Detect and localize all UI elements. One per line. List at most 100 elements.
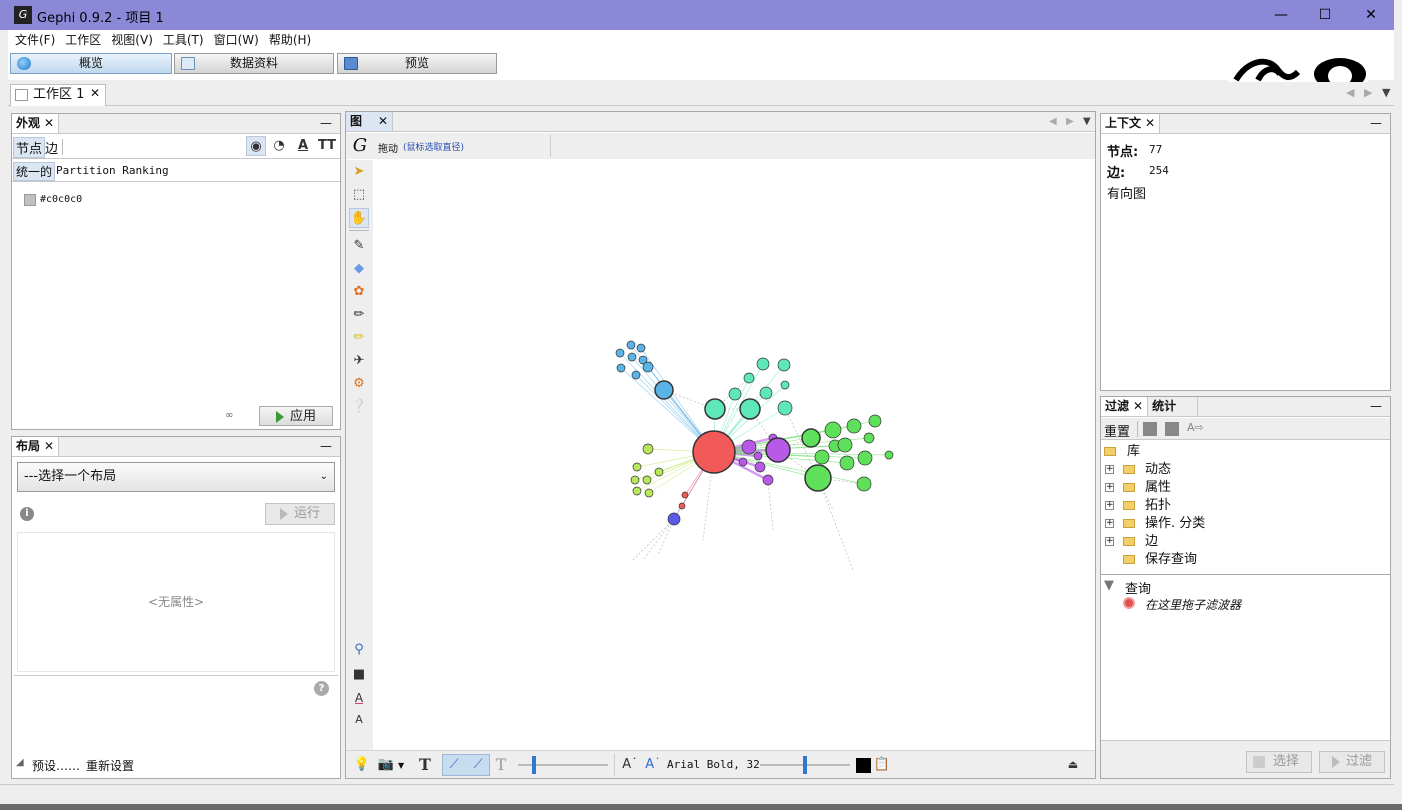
graph-canvas[interactable]: [373, 160, 1095, 750]
label-color-icon[interactable]: A: [293, 136, 313, 156]
tab-menu-icon[interactable]: ▼: [1382, 86, 1390, 99]
select-button[interactable]: 选择: [1246, 751, 1312, 773]
graph-node[interactable]: [801, 428, 821, 448]
expand-icon[interactable]: +: [1105, 465, 1114, 474]
drag-hand-icon[interactable]: ✋: [349, 208, 369, 228]
expand-icon[interactable]: +: [1105, 501, 1114, 510]
scroll-left-icon[interactable]: ◀: [1049, 112, 1057, 131]
menu-workspace[interactable]: 工作区: [62, 30, 104, 50]
graph-node[interactable]: [616, 363, 626, 373]
menu-file[interactable]: 文件(F): [12, 30, 58, 50]
graph-node[interactable]: [777, 400, 793, 416]
color-swatch[interactable]: [24, 194, 36, 206]
appearance-close-icon[interactable]: ✕: [44, 116, 54, 130]
network-graph[interactable]: [373, 160, 1095, 750]
scroll-left-icon[interactable]: ◀: [1346, 86, 1354, 99]
expand-icon[interactable]: +: [1105, 537, 1114, 546]
graph-node[interactable]: [642, 443, 654, 455]
graph-node[interactable]: [756, 357, 770, 371]
graph-node[interactable]: [863, 432, 875, 444]
settings-icon[interactable]: [1165, 422, 1179, 436]
maximize-button[interactable]: ☐: [1310, 4, 1340, 26]
graph-node[interactable]: [754, 461, 766, 473]
close-window-button[interactable]: ✕: [1356, 4, 1386, 26]
menu-window[interactable]: 窗口(W): [211, 30, 262, 50]
preview-mode-button[interactable]: 预览: [337, 53, 497, 74]
data-laboratory-button[interactable]: 数据资料: [174, 53, 334, 74]
menu-help[interactable]: 帮助(H): [266, 30, 314, 50]
library-item-topology[interactable]: + 拓扑: [1101, 497, 1390, 515]
graph-node[interactable]: [753, 451, 763, 461]
layout-close-icon[interactable]: ✕: [44, 439, 54, 453]
presets-link[interactable]: 预设……: [32, 757, 80, 774]
gear-icon[interactable]: ⚙: [349, 374, 369, 394]
brush-icon[interactable]: ✎: [349, 236, 369, 256]
font-style-icon[interactable]: A˙: [643, 755, 663, 775]
tab-unique[interactable]: 统一的: [13, 162, 56, 181]
filters-minimize-icon[interactable]: —: [1370, 397, 1382, 416]
font-size-icon[interactable]: A: [349, 710, 369, 730]
library-item-attributes[interactable]: + 属性: [1101, 479, 1390, 497]
diamond-icon[interactable]: ◆: [349, 259, 369, 279]
graph-node[interactable]: [632, 486, 642, 496]
label-size-icon[interactable]: TT: [317, 136, 337, 156]
scroll-right-icon[interactable]: ▶: [1364, 86, 1372, 99]
expand-icon[interactable]: ⏏: [1063, 755, 1083, 775]
node-labels-icon[interactable]: T: [415, 755, 435, 775]
graph-node[interactable]: [728, 387, 742, 401]
graph-node[interactable]: [681, 491, 689, 499]
chevron-down-icon[interactable]: ▼: [398, 761, 404, 770]
graph-node[interactable]: [868, 414, 882, 428]
graph-node[interactable]: [654, 467, 664, 477]
edge-pencil-icon[interactable]: ✏: [349, 328, 369, 348]
lightbulb-icon[interactable]: 💡: [352, 755, 372, 775]
graph-close-icon[interactable]: ✕: [378, 114, 388, 128]
size-icon[interactable]: ◔: [269, 136, 289, 156]
tab-edges[interactable]: 边: [45, 138, 58, 157]
show-edges-icon[interactable]: ⟋: [444, 755, 464, 775]
tab-partition-ranking[interactable]: Partition Ranking: [56, 164, 169, 177]
clipboard-icon[interactable]: 📋: [872, 755, 892, 775]
graph-node[interactable]: [631, 370, 641, 380]
font-color-icon[interactable]: A: [349, 688, 369, 708]
export-icon[interactable]: [1143, 422, 1157, 436]
graph-node[interactable]: [630, 475, 640, 485]
tab-statistics[interactable]: 统计: [1148, 397, 1199, 416]
graph-node[interactable]: [839, 455, 855, 471]
tab-filters[interactable]: 过滤: [1105, 399, 1129, 413]
layout-select[interactable]: ---选择一个布局 ⌄: [17, 462, 335, 492]
graph-node[interactable]: [741, 439, 757, 455]
label-size-slider-thumb[interactable]: [803, 756, 807, 774]
reset-link[interactable]: 重新设置: [86, 757, 134, 774]
run-button[interactable]: 运行: [265, 503, 335, 525]
library-item-dynamic[interactable]: + 动态: [1101, 461, 1390, 479]
edge-labels-icon[interactable]: T: [491, 755, 511, 775]
graph-node[interactable]: [642, 475, 652, 485]
graph-node[interactable]: [632, 462, 642, 472]
graph-node[interactable]: [704, 398, 726, 420]
graph-node[interactable]: [678, 502, 686, 510]
context-close-icon[interactable]: ✕: [1145, 116, 1155, 130]
graph-node[interactable]: [837, 437, 853, 453]
tab-nodes[interactable]: 节点: [13, 137, 46, 158]
graph-node[interactable]: [762, 474, 774, 486]
graph-node[interactable]: [856, 476, 872, 492]
graph-node[interactable]: [777, 358, 791, 372]
appearance-minimize-icon[interactable]: —: [320, 114, 332, 133]
minimize-button[interactable]: —: [1266, 4, 1296, 26]
graph-node[interactable]: [627, 352, 637, 362]
graph-node[interactable]: [884, 450, 894, 460]
graph-node[interactable]: [738, 457, 748, 467]
graph-node[interactable]: [692, 430, 736, 474]
menu-view[interactable]: 视图(V): [108, 30, 156, 50]
airplane-icon[interactable]: ✈: [349, 351, 369, 371]
graph-node[interactable]: [739, 398, 761, 420]
zoom-icon[interactable]: ⚲: [349, 640, 369, 660]
rectangle-select-icon[interactable]: ⬚: [349, 185, 369, 205]
graph-node[interactable]: [765, 437, 791, 463]
menu-tools[interactable]: 工具(T): [160, 30, 207, 50]
filter-button[interactable]: 过滤: [1319, 751, 1385, 773]
context-minimize-icon[interactable]: —: [1370, 114, 1382, 133]
edge-weight-slider-thumb[interactable]: [532, 756, 536, 774]
help-icon[interactable]: ?: [314, 681, 329, 696]
